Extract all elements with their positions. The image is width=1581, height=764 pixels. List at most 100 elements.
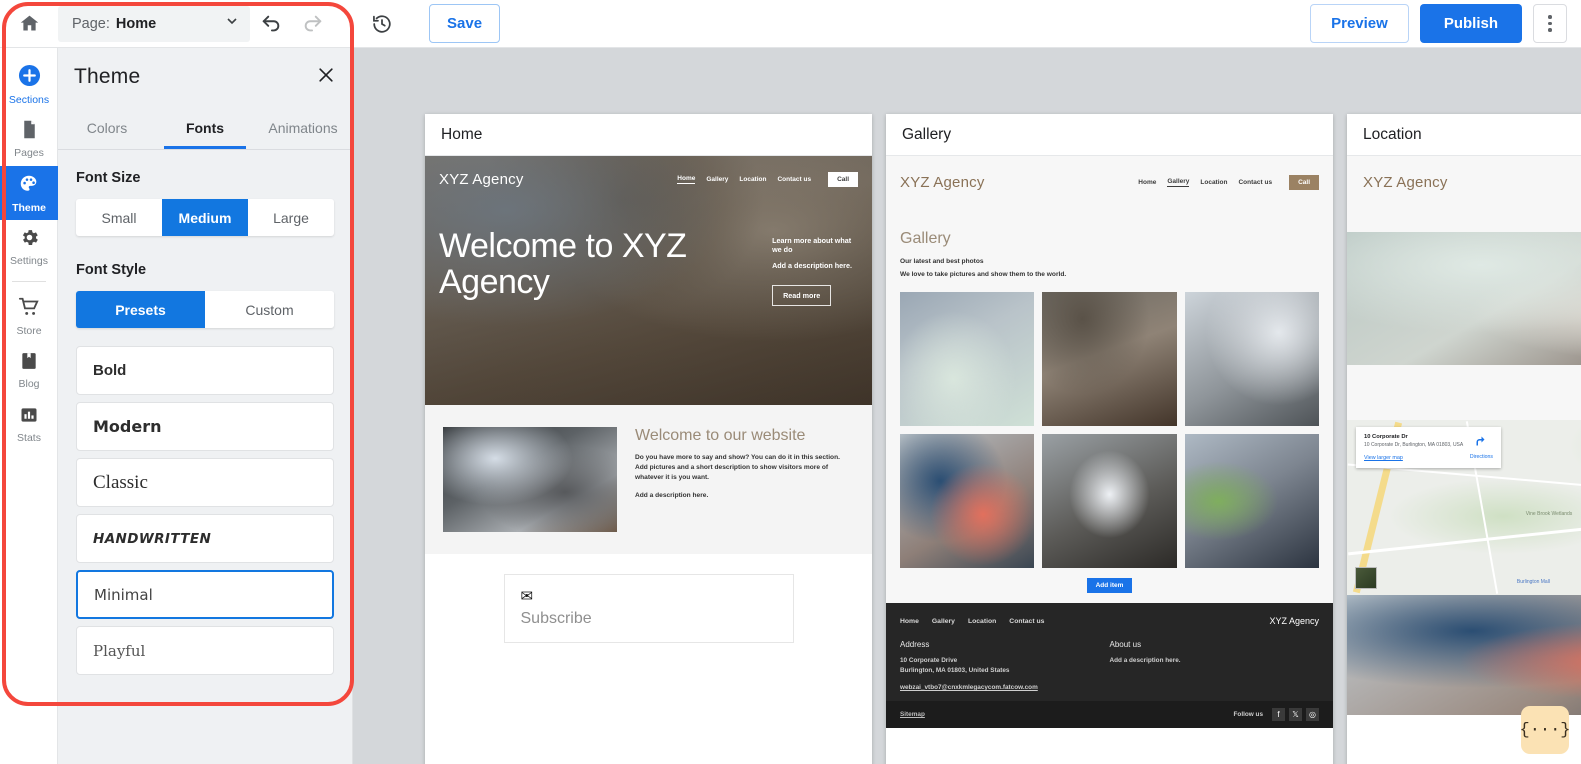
tab-fonts[interactable]: Fonts <box>156 106 254 149</box>
font-size-large[interactable]: Large <box>248 199 334 236</box>
call-button[interactable]: Call <box>1289 174 1319 190</box>
footer-email-link[interactable]: webzai_vtbo7@cnxkmlegacycom.fatcow.com <box>900 684 1110 691</box>
nav-location[interactable]: Location <box>1200 179 1227 186</box>
kebab-menu-icon[interactable] <box>1533 4 1567 43</box>
nav-location[interactable]: Location <box>739 176 766 183</box>
footer-columns: Address 10 Corporate Drive Burlington, M… <box>900 640 1319 691</box>
site-nav: Home Gallery Location Contact us Call <box>677 171 858 187</box>
publish-button[interactable]: Publish <box>1419 4 1522 43</box>
undo-button[interactable] <box>250 3 292 45</box>
twitter-icon[interactable]: 𝕏 <box>1289 708 1302 722</box>
book-icon <box>19 351 39 376</box>
preset-modern[interactable]: Modern <box>76 402 334 451</box>
panel-title: Theme <box>74 65 141 88</box>
gallery-image[interactable] <box>900 434 1035 568</box>
preset-classic[interactable]: Classic <box>76 458 334 507</box>
theme-panel: Theme Colors Fonts Animations Font Size … <box>58 48 353 764</box>
footer-nav-contact[interactable]: Contact us <box>1009 618 1044 625</box>
save-button[interactable]: Save <box>429 4 501 43</box>
gallery-sub1: Our latest and best photos <box>900 258 984 265</box>
view-larger-map-link[interactable]: View larger map <box>1364 455 1470 461</box>
rail-item-pages[interactable]: Pages <box>0 112 58 166</box>
gallery-image[interactable] <box>1184 292 1319 426</box>
add-item-button[interactable]: Add item <box>1086 578 1133 593</box>
map-satellite-thumbnail[interactable] <box>1355 567 1377 589</box>
page-card-gallery[interactable]: Gallery XYZ Agency Home Gallery Location… <box>886 114 1333 764</box>
font-size-medium[interactable]: Medium <box>162 199 248 236</box>
gallery-image[interactable] <box>1042 292 1177 426</box>
theme-panel-body: Font Size Small Medium Large Font Style … <box>58 150 352 675</box>
preset-bold[interactable]: Bold <box>76 346 334 395</box>
card-header-gallery: Gallery <box>886 114 1333 156</box>
nav-gallery[interactable]: Gallery <box>706 176 728 183</box>
follow-us-label: Follow us <box>1233 711 1263 719</box>
gallery-image[interactable] <box>900 292 1035 426</box>
rail-item-theme[interactable]: Theme <box>0 166 58 220</box>
location-map[interactable]: 10 Corporate Dr 10 Corporate Dr, Burling… <box>1347 420 1581 595</box>
home-icon[interactable] <box>0 0 58 47</box>
code-badge[interactable]: {···} <box>1520 706 1571 754</box>
footer-bottom-bar: Sitemap Follow us f 𝕏 ◎ <box>886 701 1333 729</box>
history-icon[interactable] <box>361 3 403 45</box>
footer-nav: Home Gallery Location Contact us <box>900 618 1044 625</box>
home-site-navbar: XYZ Agency Home Gallery Location Contact… <box>425 156 872 202</box>
site-logo: XYZ Agency <box>900 173 985 191</box>
call-button[interactable]: Call <box>828 171 858 187</box>
footer-brand: XYZ Agency <box>1269 616 1319 626</box>
page-selector-value: Home <box>115 15 157 32</box>
preview-button[interactable]: Preview <box>1310 4 1409 43</box>
theme-tabs: Colors Fonts Animations <box>58 106 352 150</box>
footer-nav-gallery[interactable]: Gallery <box>932 618 955 625</box>
preset-handwritten[interactable]: HANDWRITTEN <box>76 514 334 563</box>
footer-address-heading: Address <box>900 640 930 649</box>
footer-top: Home Gallery Location Contact us XYZ Age… <box>900 616 1319 626</box>
gallery-site-preview: XYZ Agency Home Gallery Location Contact… <box>886 156 1333 729</box>
preset-playful[interactable]: Playful <box>76 626 334 675</box>
home-subscribe-section: ✉ Subscribe <box>425 554 872 643</box>
font-style-custom-tab[interactable]: Custom <box>205 291 334 328</box>
page-card-location[interactable]: Location XYZ Agency 10 Corporate Dr 10 C… <box>1347 114 1581 764</box>
tab-animations[interactable]: Animations <box>254 106 352 149</box>
rail-item-stats[interactable]: Stats <box>0 397 58 451</box>
redo-button[interactable] <box>292 3 334 45</box>
subscribe-box[interactable]: ✉ Subscribe <box>503 574 794 643</box>
nav-home[interactable]: Home <box>677 175 696 184</box>
rail-item-sections[interactable]: Sections <box>0 58 58 112</box>
left-rail: Sections Pages Theme Settings Store Blog… <box>0 48 58 764</box>
nav-contact[interactable]: Contact us <box>1238 179 1272 186</box>
plus-circle-icon <box>18 64 41 92</box>
page-selector[interactable]: Page: Home <box>58 5 250 42</box>
rail-item-settings[interactable]: Settings <box>0 220 58 274</box>
font-style-presets-tab[interactable]: Presets <box>76 291 205 328</box>
nav-home[interactable]: Home <box>1138 179 1156 186</box>
sitemap-link[interactable]: Sitemap <box>900 711 925 718</box>
facebook-icon[interactable]: f <box>1272 708 1285 722</box>
nav-gallery[interactable]: Gallery <box>1167 178 1190 187</box>
rail-item-store[interactable]: Store <box>0 289 58 343</box>
map-place-card[interactable]: 10 Corporate Dr 10 Corporate Dr, Burling… <box>1356 427 1501 469</box>
font-style-heading: Font Style <box>76 262 147 278</box>
tab-colors[interactable]: Colors <box>58 106 156 149</box>
rail-item-blog[interactable]: Blog <box>0 343 58 397</box>
site-logo: XYZ Agency <box>1363 174 1448 191</box>
nav-contact[interactable]: Contact us <box>777 176 811 183</box>
site-logo: XYZ Agency <box>439 170 524 188</box>
footer-nav-home[interactable]: Home <box>900 618 919 625</box>
read-more-button[interactable]: Read more <box>772 285 832 306</box>
close-icon[interactable] <box>316 65 336 90</box>
location-bottom-image <box>1347 595 1581 715</box>
footer-about-heading: About us <box>1109 640 1142 649</box>
preset-minimal[interactable]: Minimal <box>76 570 334 619</box>
gallery-image[interactable] <box>1184 434 1319 568</box>
instagram-icon[interactable]: ◎ <box>1306 708 1319 722</box>
rail-label-blog: Blog <box>18 377 40 390</box>
rail-label-settings: Settings <box>10 255 48 268</box>
page-card-home[interactable]: Home XYZ Agency Home Gallery Location Co… <box>425 114 872 764</box>
font-size-small[interactable]: Small <box>76 199 162 236</box>
card-header-home: Home <box>425 114 872 156</box>
map-directions[interactable]: Directions <box>1470 434 1493 461</box>
map-place-title: 10 Corporate Dr <box>1364 434 1408 440</box>
gallery-grid <box>900 292 1319 568</box>
footer-nav-location[interactable]: Location <box>968 618 996 625</box>
gallery-image[interactable] <box>1042 434 1177 568</box>
